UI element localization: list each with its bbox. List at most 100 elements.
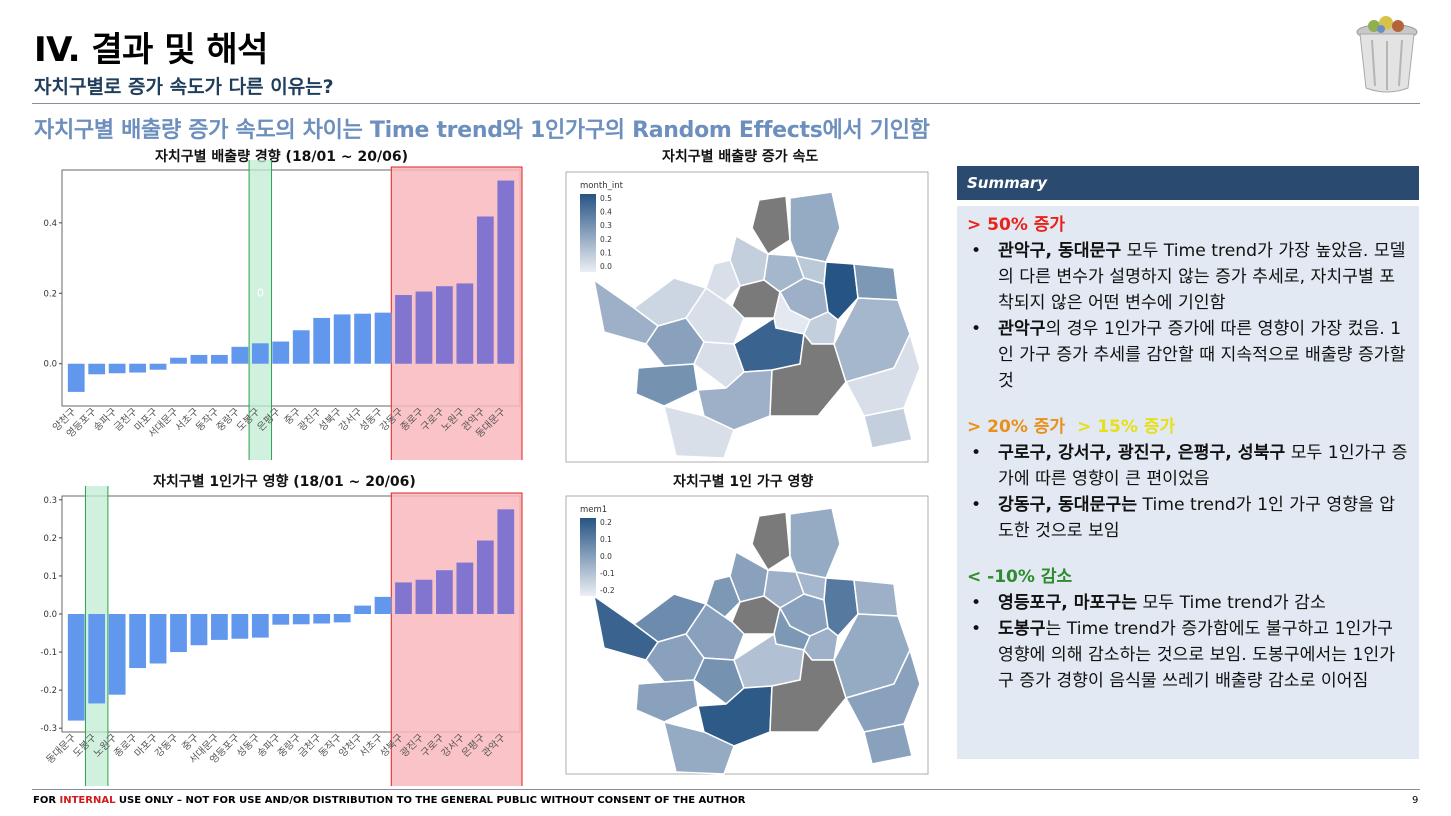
legend-title: mem1 bbox=[580, 505, 607, 515]
bar bbox=[211, 354, 228, 364]
y-tick-label: 0.0 bbox=[43, 360, 57, 370]
district-polygon bbox=[863, 723, 913, 765]
legend-colorbar bbox=[580, 518, 596, 596]
bar bbox=[272, 614, 290, 625]
bar bbox=[374, 312, 392, 364]
choropleth-map-growth-rate: month_int 0.5 0.4 0.3 0.2 0.1 0.0 bbox=[565, 171, 929, 463]
bar bbox=[333, 614, 351, 623]
legend-label: -0.1 bbox=[600, 569, 615, 578]
list-item: 관악구, 동대문구 모두 Time trend가 가장 높았음. 모델의 다른 … bbox=[967, 238, 1409, 316]
list-item: 관악구의 경우 1인가구 증가에 따른 영향이 가장 컸음. 1인 가구 증가 … bbox=[967, 316, 1409, 394]
bar bbox=[190, 614, 208, 646]
summary-header: Summary bbox=[957, 166, 1419, 200]
map-1-title: 자치구별 배출량 증가 속도 bbox=[662, 149, 819, 165]
bar bbox=[149, 614, 167, 664]
bar bbox=[231, 614, 249, 639]
section-decrease-heading: < -10% 감소 bbox=[967, 567, 1073, 587]
legend-title: month_int bbox=[580, 181, 624, 191]
section-over-50-heading: > 50% 증가 bbox=[967, 215, 1066, 235]
bar bbox=[395, 582, 412, 614]
y-tick-label: 0.2 bbox=[43, 289, 57, 299]
bar bbox=[108, 363, 126, 374]
y-tick-label: 0.0 bbox=[43, 610, 57, 620]
legend-label: 0.0 bbox=[600, 262, 612, 271]
bar bbox=[497, 509, 515, 614]
legend-label: 0.1 bbox=[600, 248, 612, 257]
bar bbox=[170, 614, 187, 653]
bar bbox=[251, 614, 269, 638]
legend-label: -0.2 bbox=[600, 586, 615, 595]
footer-divider bbox=[32, 789, 1420, 790]
bar-chart-emission-trend: 0.00.20.4양천구영등포구송파구금천구마포구서대문구서초구동작구중랑구도봉… bbox=[43, 160, 523, 460]
bar bbox=[456, 283, 474, 364]
legend-label: 0.5 bbox=[600, 194, 612, 203]
district-polygon bbox=[863, 407, 913, 449]
bar bbox=[456, 562, 474, 614]
headline: 자치구별 배출량 증가 속도의 차이는 Time trend와 1인가구의 Ra… bbox=[34, 118, 930, 143]
bar bbox=[415, 579, 433, 614]
bar bbox=[190, 354, 208, 364]
bar bbox=[292, 330, 310, 364]
bar bbox=[149, 363, 167, 370]
map-2-title: 자치구별 1인 가구 영향 bbox=[673, 474, 814, 490]
bar bbox=[354, 605, 371, 614]
page-subtitle: 자치구별로 증가 속도가 다른 이유는? bbox=[34, 76, 334, 98]
bar bbox=[231, 346, 249, 364]
summary-panel: > 50% 증가 관악구, 동대문구 모두 Time trend가 가장 높았음… bbox=[957, 206, 1419, 759]
bar bbox=[476, 216, 494, 364]
list-item: 구로구, 강서구, 광진구, 은평구, 성북구 모두 1인가구 증가에 따른 영… bbox=[967, 440, 1409, 492]
bar bbox=[436, 570, 453, 614]
trash-can-icon bbox=[1356, 16, 1418, 93]
y-tick-label: 0.2 bbox=[43, 534, 57, 544]
list-item: 강동구, 동대문구는 Time trend가 1인 가구 영향을 압도한 것으로… bbox=[967, 492, 1409, 544]
section-over-20-heading: > 20% 증가 > 15% 증가 bbox=[967, 417, 1176, 437]
choropleth-map-single-household: mem1 0.2 0.1 0.0 -0.1 -0.2 bbox=[565, 495, 929, 775]
bar bbox=[354, 313, 371, 364]
legend-label: 0.2 bbox=[600, 518, 612, 527]
bar bbox=[251, 343, 269, 364]
bar bbox=[211, 614, 228, 640]
y-tick-label: -0.1 bbox=[40, 648, 57, 658]
bar-annotation: 0 bbox=[257, 286, 264, 299]
y-tick-label: -0.2 bbox=[40, 686, 57, 696]
legend-label: 0.3 bbox=[600, 221, 612, 230]
bar bbox=[88, 614, 106, 704]
legend-label: 0.0 bbox=[600, 552, 612, 561]
bar bbox=[129, 363, 146, 373]
bar bbox=[292, 614, 310, 625]
bar bbox=[129, 614, 146, 669]
list-item: 영등포구, 마포구는 모두 Time trend가 감소 bbox=[967, 590, 1409, 616]
y-tick-label: -0.3 bbox=[40, 724, 57, 734]
y-tick-label: 0.3 bbox=[43, 496, 57, 506]
bar bbox=[497, 180, 515, 364]
district-polygon bbox=[853, 579, 899, 617]
bar bbox=[313, 614, 331, 624]
bar bbox=[108, 614, 126, 695]
page-title: IV. 결과 및 해석 bbox=[34, 30, 268, 70]
x-tick-label: 강동구 bbox=[153, 732, 181, 760]
bar bbox=[67, 363, 85, 392]
bar bbox=[333, 314, 351, 364]
bar bbox=[88, 363, 106, 375]
header-divider bbox=[32, 103, 1420, 104]
legend-label: 0.2 bbox=[600, 235, 612, 244]
page-number: 9 bbox=[1412, 795, 1419, 806]
bar bbox=[374, 596, 392, 614]
list-item: 도봉구는 Time trend가 증가함에도 불구하고 1인가구 영향에 의해 … bbox=[967, 616, 1409, 694]
bar bbox=[436, 286, 453, 364]
bar bbox=[476, 540, 494, 614]
bar bbox=[272, 341, 290, 364]
bar bbox=[395, 295, 412, 364]
legend-label: 0.4 bbox=[600, 208, 612, 217]
y-tick-label: 0.1 bbox=[43, 572, 57, 582]
bar bbox=[67, 614, 85, 721]
legend-colorbar bbox=[580, 194, 596, 272]
bar bbox=[313, 317, 331, 364]
bar-chart-single-household-effect: -0.3-0.2-0.10.00.10.20.3동대문구도봉구노원구종로구마포구… bbox=[40, 486, 523, 786]
footer-disclaimer: FOR INTERNAL USE ONLY – NOT FOR USE AND/… bbox=[33, 795, 746, 806]
district-polygon bbox=[853, 263, 899, 301]
bar bbox=[415, 291, 433, 364]
bar bbox=[170, 357, 187, 364]
y-tick-label: 0.4 bbox=[43, 219, 57, 229]
legend-label: 0.1 bbox=[600, 535, 612, 544]
